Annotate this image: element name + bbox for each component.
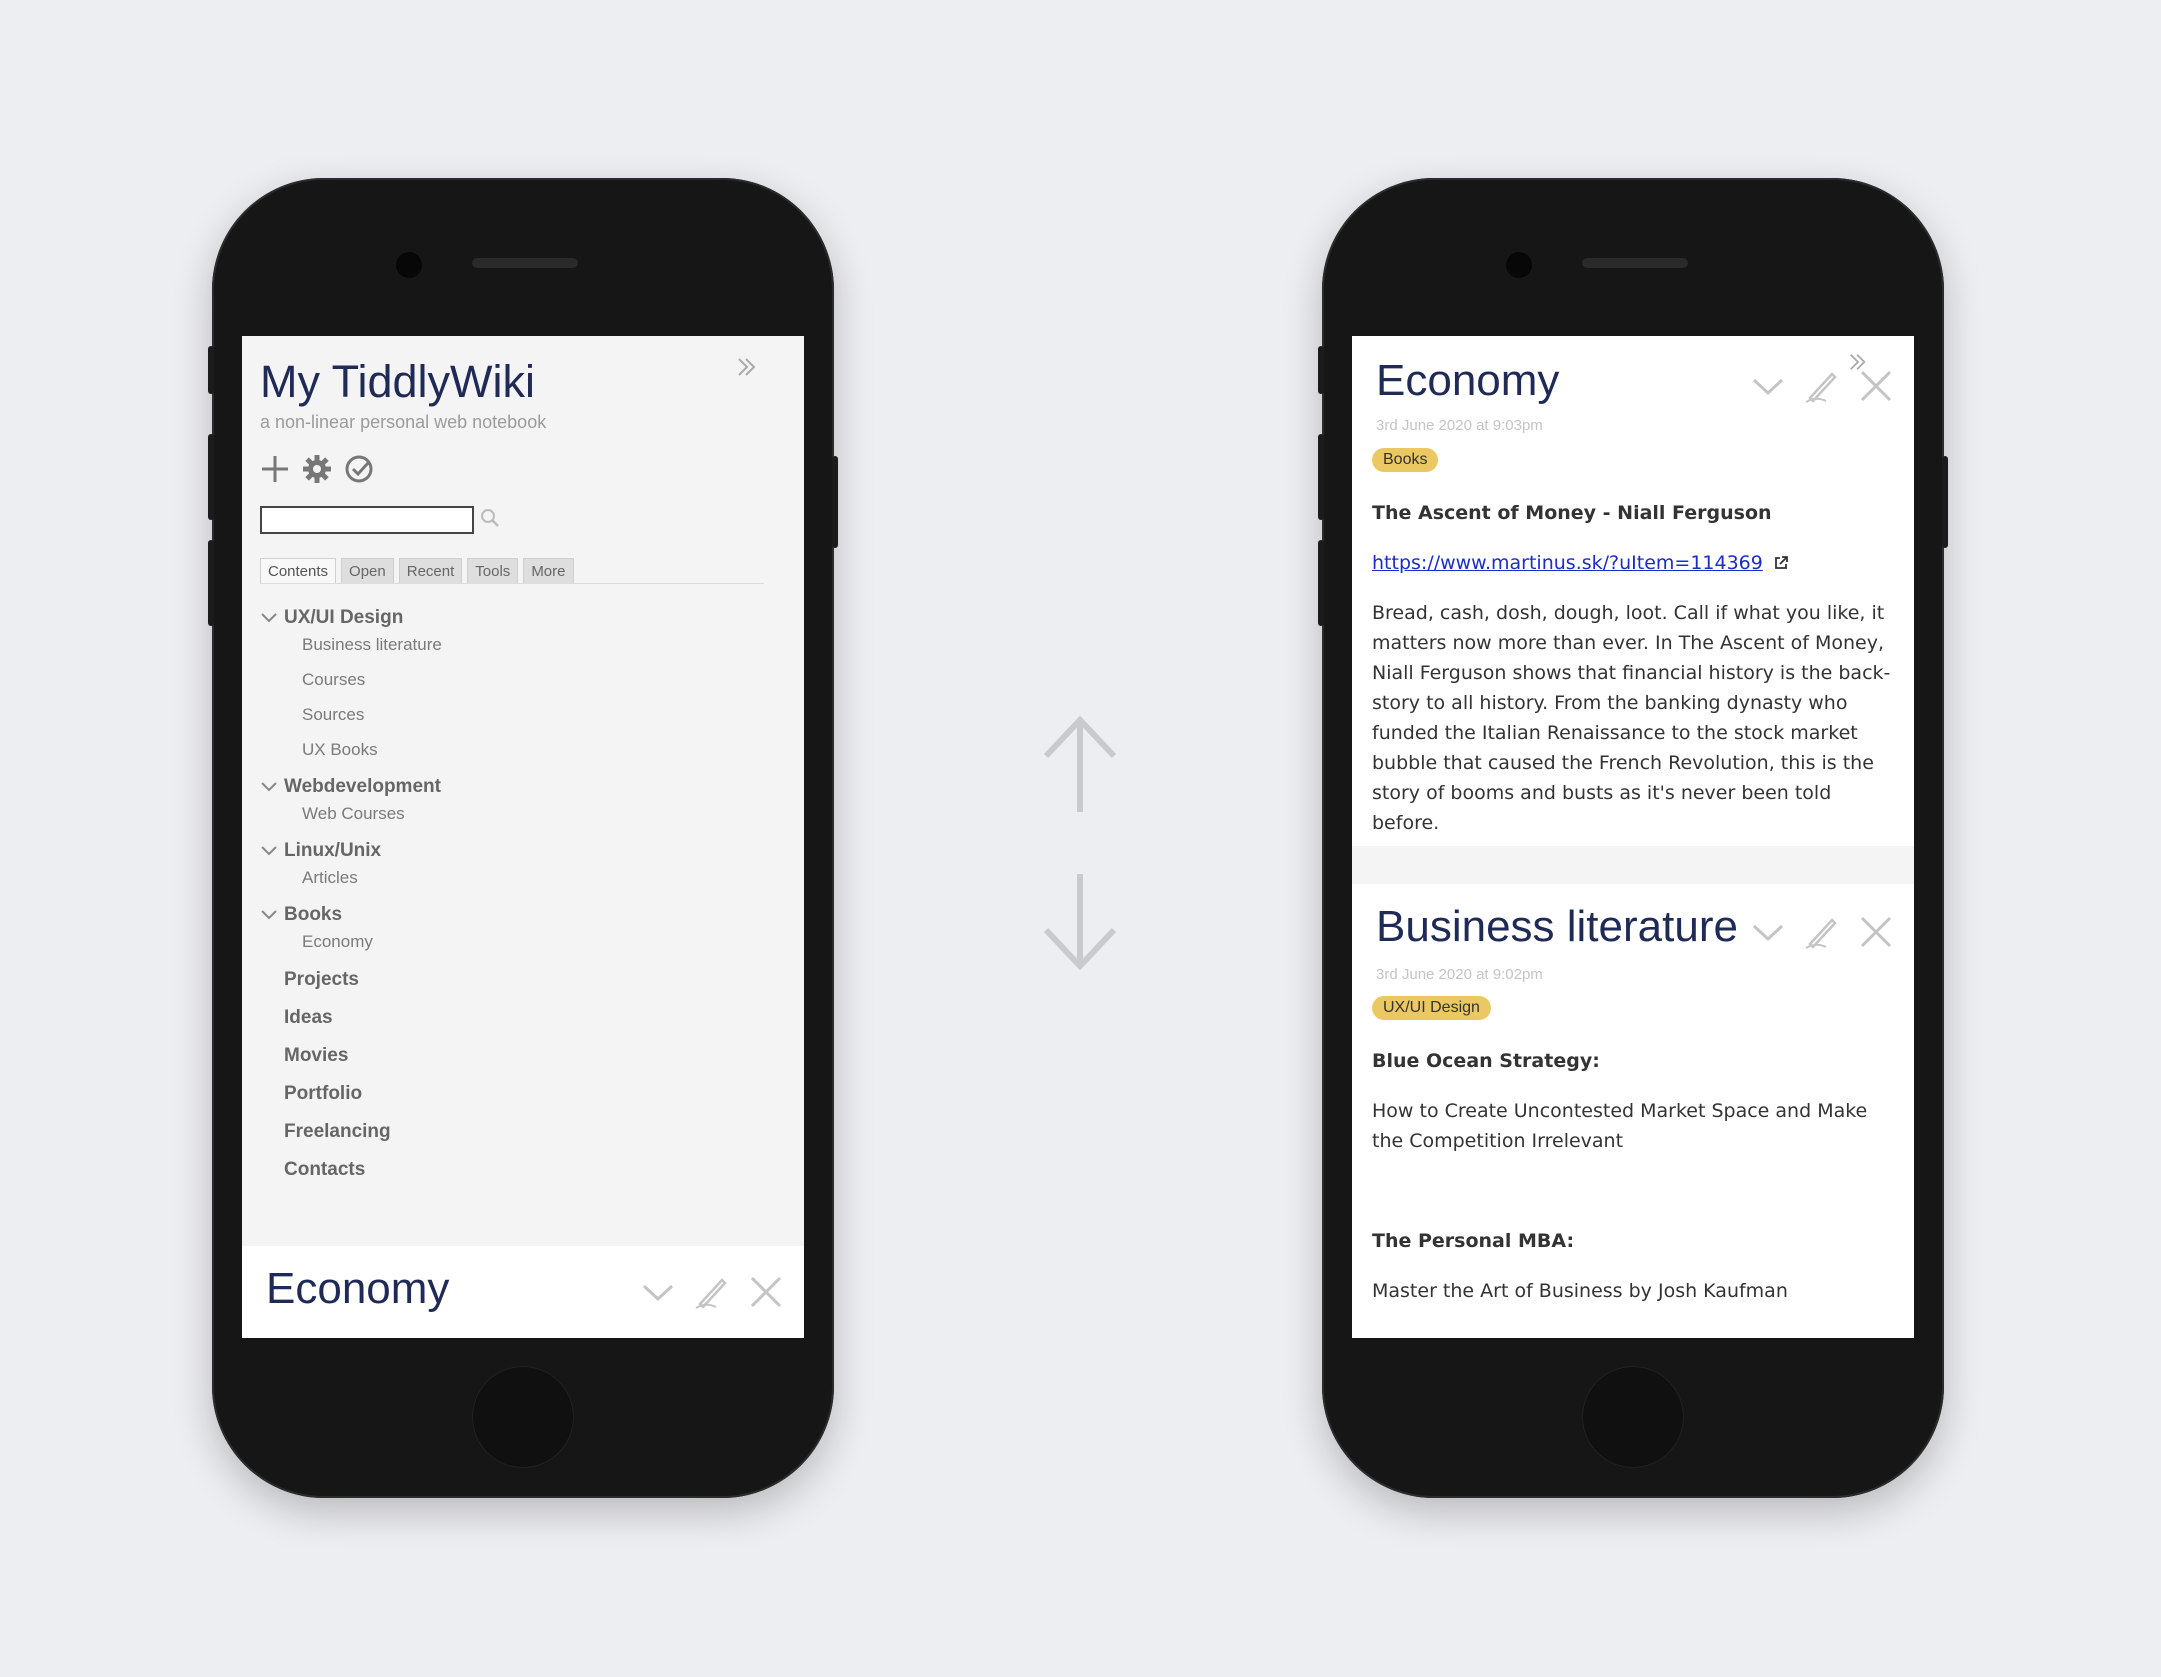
tab-more[interactable]: More [523, 558, 574, 583]
toc-item-label[interactable]: UX/UI Design [284, 607, 403, 629]
tiddler-economy: Economy 3rd June 2020 at 9:03pm Books Th… [1352, 336, 1914, 846]
close-icon[interactable] [1856, 912, 1896, 952]
power-button [832, 456, 838, 548]
toc-group-webdev: Webdevelopment Web Courses [260, 773, 760, 829]
book-description: Bread, cash, dosh, dough, loot. Call if … [1372, 602, 1891, 834]
external-link[interactable]: https://www.martinus.sk/?uItem=114369 [1372, 552, 1763, 574]
link-row: https://www.martinus.sk/?uItem=114369 [1372, 548, 1902, 578]
story-river-screen: Economy 3rd June 2020 at 9:03pm Books Th… [1352, 336, 1914, 1338]
close-icon[interactable] [746, 1272, 786, 1312]
edit-pencil-icon[interactable] [1802, 366, 1842, 406]
chevron-down-icon[interactable] [260, 609, 278, 627]
story-river-peek: Economy [242, 1246, 804, 1338]
phone-left: My TiddlyWiki a non-linear personal web … [208, 178, 838, 1498]
search-input[interactable] [260, 506, 474, 534]
tiddler-controls [1748, 366, 1896, 406]
power-button [1942, 456, 1948, 548]
double-chevron-right-icon[interactable] [736, 356, 758, 382]
wiki-title[interactable]: My TiddlyWiki [260, 356, 535, 408]
chevron-down-icon[interactable] [260, 778, 278, 796]
tab-tools[interactable]: Tools [467, 558, 519, 583]
toc-item-uxui-design[interactable]: UX/UI Design [260, 604, 760, 632]
tiddler-date: 3rd June 2020 at 9:03pm [1376, 417, 1543, 434]
mute-switch [1318, 346, 1324, 394]
toc-group-uxui: UX/UI Design Business literature Courses… [260, 604, 760, 765]
chevron-down-icon[interactable] [260, 906, 278, 924]
toc-item-label[interactable]: Books [284, 904, 342, 926]
toc-group-linux: Linux/Unix Articles [260, 837, 760, 893]
book-subtitle: How to Create Uncontested Market Space a… [1372, 1100, 1868, 1152]
earpiece-speaker [472, 258, 578, 268]
toc-item-ux-books[interactable]: UX Books [302, 737, 760, 765]
book-heading: Blue Ocean Strategy: [1372, 1050, 1600, 1072]
tiddler-controls [638, 1272, 786, 1312]
home-button[interactable] [472, 1366, 574, 1468]
chevron-down-icon[interactable] [1748, 912, 1788, 952]
earpiece-speaker [1582, 258, 1688, 268]
toc-item-courses[interactable]: Courses [302, 667, 760, 702]
plus-icon[interactable] [260, 454, 290, 484]
arrow-up-icon [1043, 715, 1117, 812]
toc-item-articles[interactable]: Articles [302, 865, 760, 893]
front-camera [396, 252, 422, 278]
tiddler-title[interactable]: Economy [1376, 356, 1559, 406]
table-of-contents: UX/UI Design Business literature Courses… [260, 604, 760, 1189]
volume-down-button [208, 540, 214, 626]
toc-item-freelancing[interactable]: Freelancing [284, 1113, 760, 1151]
toc-item-label[interactable]: Linux/Unix [284, 840, 381, 862]
toc-item-web-courses[interactable]: Web Courses [302, 801, 760, 829]
volume-up-button [208, 434, 214, 520]
tiddler-controls [1748, 912, 1896, 952]
search-icon[interactable] [480, 508, 500, 532]
tab-recent[interactable]: Recent [398, 558, 463, 583]
edit-pencil-icon[interactable] [1802, 912, 1842, 952]
toc-item-linux-unix[interactable]: Linux/Unix [260, 837, 760, 865]
phone-right: Economy 3rd June 2020 at 9:03pm Books Th… [1318, 178, 1948, 1498]
toc-item-contacts[interactable]: Contacts [284, 1151, 760, 1189]
toc-item-label[interactable]: Webdevelopment [284, 776, 441, 798]
toc-item-portfolio[interactable]: Portfolio [284, 1075, 760, 1113]
edit-pencil-icon[interactable] [692, 1272, 732, 1312]
toc-item-books[interactable]: Books [260, 901, 760, 929]
front-camera [1506, 252, 1532, 278]
external-link-icon[interactable] [1773, 555, 1789, 571]
search-row [260, 506, 500, 534]
home-button[interactable] [1582, 1366, 1684, 1468]
tab-open[interactable]: Open [341, 558, 394, 583]
sidebar-screen: My TiddlyWiki a non-linear personal web … [242, 336, 804, 1338]
sidebar-tabs: Contents Open Recent Tools More [260, 558, 764, 584]
gear-icon[interactable] [302, 454, 332, 484]
chevron-down-icon[interactable] [638, 1272, 678, 1312]
toc-group-books: Books Economy [260, 901, 760, 957]
tiddler-date: 3rd June 2020 at 9:02pm [1376, 966, 1543, 983]
toc-item-business-literature[interactable]: Business literature [302, 632, 760, 667]
volume-down-button [1318, 540, 1324, 626]
mute-switch [208, 346, 214, 394]
book-heading: The Ascent of Money - Niall Ferguson [1372, 502, 1772, 524]
arrow-down-icon [1043, 874, 1117, 971]
tiddler-body: The Ascent of Money - Niall Ferguson htt… [1372, 498, 1902, 838]
tiddler-title[interactable]: Business literature [1376, 902, 1738, 952]
book-subtitle: Master the Art of Business by Josh Kaufm… [1372, 1280, 1788, 1302]
tiddler-business-literature: Business literature 3rd June 2020 at 9:0… [1352, 884, 1914, 1338]
chevron-down-icon[interactable] [260, 842, 278, 860]
volume-up-button [1318, 434, 1324, 520]
tab-contents[interactable]: Contents [260, 558, 337, 583]
toc-item-economy[interactable]: Economy [302, 929, 760, 957]
tiddler-title[interactable]: Economy [266, 1264, 449, 1314]
tag-uxui-design[interactable]: UX/UI Design [1372, 996, 1491, 1020]
check-circle-icon[interactable] [344, 454, 374, 484]
toc-item-ideas[interactable]: Ideas [284, 999, 760, 1037]
close-icon[interactable] [1856, 366, 1896, 406]
toc-item-movies[interactable]: Movies [284, 1037, 760, 1075]
tag-books[interactable]: Books [1372, 448, 1439, 472]
toc-item-projects[interactable]: Projects [284, 961, 760, 999]
toc-item-webdevelopment[interactable]: Webdevelopment [260, 773, 760, 801]
tiddler-body: Blue Ocean Strategy: How to Create Uncon… [1372, 1046, 1902, 1306]
toc-item-sources[interactable]: Sources [302, 702, 760, 737]
chevron-down-icon[interactable] [1748, 366, 1788, 406]
page-toolbar [260, 454, 374, 484]
book-heading: The Personal MBA: [1372, 1230, 1575, 1252]
wiki-subtitle: a non-linear personal web notebook [260, 412, 547, 432]
